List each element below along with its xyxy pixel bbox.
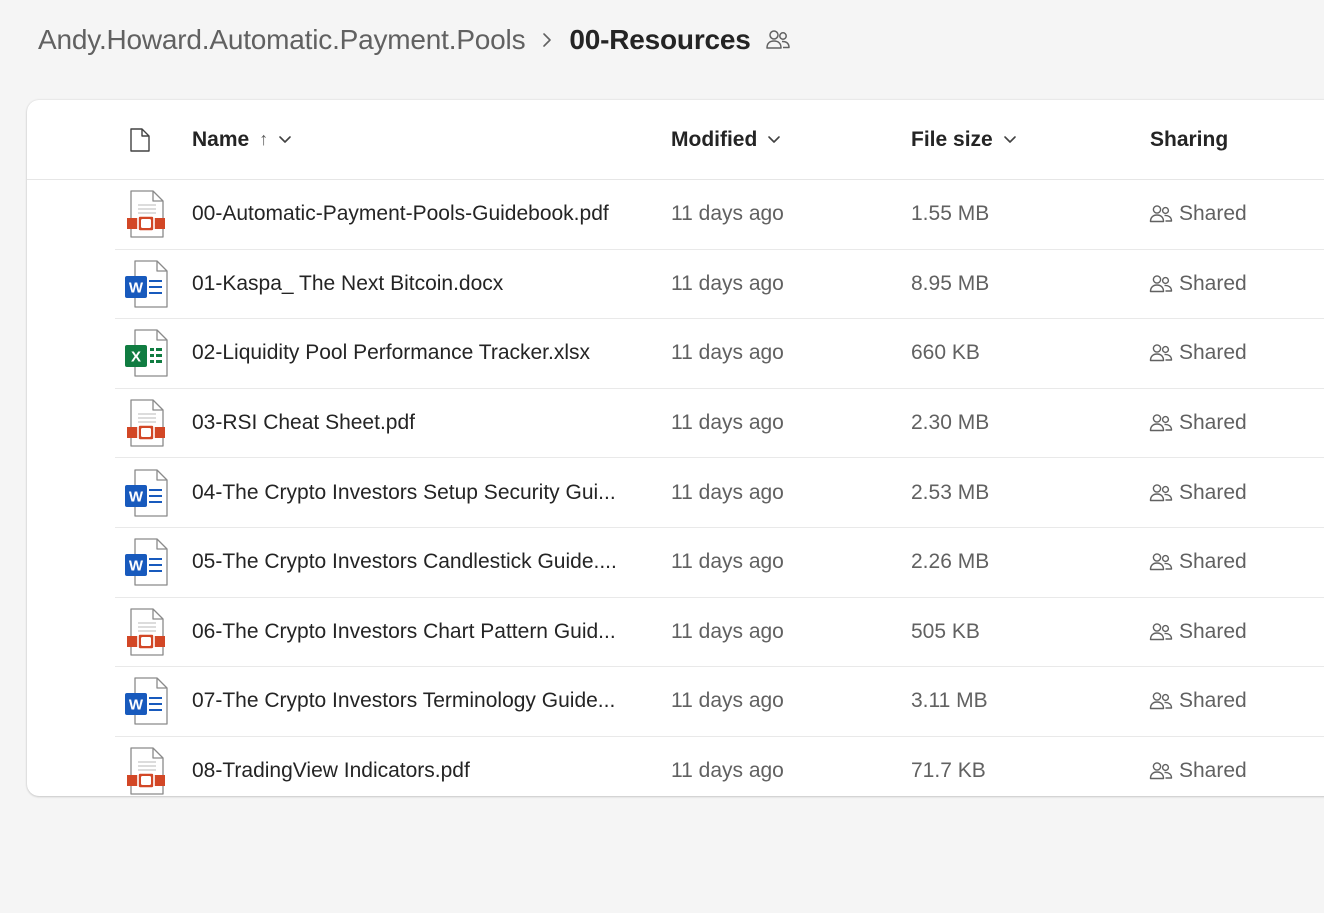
sharing-status[interactable]: Shared: [1149, 180, 1247, 249]
pdf-file-icon: [119, 737, 173, 806]
file-modified: 11 days ago: [671, 271, 784, 295]
sharing-label: Shared: [1179, 550, 1247, 574]
sharing-status[interactable]: Shared: [1149, 528, 1247, 597]
file-size: 3.11 MB: [911, 689, 988, 713]
file-row[interactable]: 00-Automatic-Payment-Pools-Guidebook.pdf…: [115, 180, 1324, 250]
sharing-column-label: Sharing: [1150, 127, 1229, 151]
sharing-label: Shared: [1179, 619, 1247, 643]
sharing-status[interactable]: Shared: [1149, 598, 1247, 667]
modified-column-label: Modified: [671, 127, 758, 151]
file-size-column-header[interactable]: File size: [911, 100, 1017, 179]
file-modified: 11 days ago: [671, 550, 784, 574]
modified-column-header[interactable]: Modified: [671, 100, 781, 179]
file-size: 1.55 MB: [911, 202, 990, 226]
sharing-label: Shared: [1179, 202, 1247, 226]
file-row[interactable]: W 05-The Crypto Investors Candlestick Gu…: [115, 528, 1324, 598]
file-name[interactable]: 01-Kaspa_ The Next Bitcoin.docx: [192, 250, 652, 319]
people-icon: [1149, 621, 1173, 643]
file-name[interactable]: 07-The Crypto Investors Terminology Guid…: [192, 667, 652, 736]
sharing-label: Shared: [1179, 689, 1247, 713]
file-row[interactable]: W 04-The Crypto Investors Setup Security…: [115, 458, 1324, 528]
file-size-column-label: File size: [911, 127, 993, 151]
people-icon: [1149, 760, 1173, 782]
svg-text:W: W: [129, 697, 144, 714]
file-row[interactable]: 06-The Crypto Investors Chart Pattern Gu…: [115, 598, 1324, 668]
sharing-status[interactable]: Shared: [1149, 458, 1247, 527]
people-icon: [1149, 342, 1173, 364]
file-size: 2.26 MB: [911, 550, 990, 574]
file-name[interactable]: 00-Automatic-Payment-Pools-Guidebook.pdf: [192, 180, 652, 249]
people-icon[interactable]: [765, 28, 791, 52]
sharing-label: Shared: [1179, 271, 1247, 295]
sharing-status[interactable]: Shared: [1149, 389, 1247, 458]
file-row[interactable]: 03-RSI Cheat Sheet.pdf 11 days ago 2.30 …: [115, 389, 1324, 459]
chevron-right-icon: [525, 31, 569, 49]
file-size: 505 KB: [911, 619, 980, 643]
file-size: 660 KB: [911, 341, 980, 365]
chevron-down-icon[interactable]: [767, 135, 781, 145]
sharing-label: Shared: [1179, 759, 1247, 783]
breadcrumb-current-folder[interactable]: 00-Resources: [569, 24, 750, 56]
file-size: 8.95 MB: [911, 271, 990, 295]
word-file-icon: W: [119, 458, 173, 527]
file-modified: 11 days ago: [671, 411, 784, 435]
file-type-column-header[interactable]: [129, 100, 151, 179]
sharing-status[interactable]: Shared: [1149, 737, 1247, 806]
file-name[interactable]: 06-The Crypto Investors Chart Pattern Gu…: [192, 598, 652, 667]
word-file-icon: W: [119, 528, 173, 597]
file-name[interactable]: 04-The Crypto Investors Setup Security G…: [192, 458, 652, 527]
word-file-icon: W: [119, 667, 173, 736]
file-name[interactable]: 02-Liquidity Pool Performance Tracker.xl…: [192, 319, 652, 388]
file-name[interactable]: 05-The Crypto Investors Candlestick Guid…: [192, 528, 652, 597]
file-name[interactable]: 03-RSI Cheat Sheet.pdf: [192, 389, 652, 458]
svg-text:W: W: [129, 558, 144, 575]
file-modified: 11 days ago: [671, 619, 784, 643]
sharing-status[interactable]: Shared: [1149, 319, 1247, 388]
pdf-file-icon: [119, 180, 173, 249]
sharing-status[interactable]: Shared: [1149, 250, 1247, 319]
file-modified: 11 days ago: [671, 689, 784, 713]
chevron-down-icon[interactable]: [278, 135, 292, 145]
excel-file-icon: X: [119, 319, 173, 388]
file-size: 71.7 KB: [911, 759, 986, 783]
file-modified: 11 days ago: [671, 759, 784, 783]
file-name[interactable]: 08-TradingView Indicators.pdf: [192, 737, 652, 806]
name-column-header[interactable]: Name ↑: [192, 100, 292, 179]
file-size: 2.53 MB: [911, 480, 990, 504]
file-modified: 11 days ago: [671, 480, 784, 504]
sharing-column-header[interactable]: Sharing: [1150, 100, 1228, 179]
sharing-label: Shared: [1179, 341, 1247, 365]
svg-text:W: W: [129, 488, 144, 505]
word-file-icon: W: [119, 250, 173, 319]
file-icon: [129, 127, 151, 153]
sort-ascending-icon: ↑: [259, 129, 269, 149]
file-row[interactable]: X 02-Liquidity Pool Performance Tracker.…: [115, 319, 1324, 389]
people-icon: [1149, 273, 1173, 295]
svg-text:X: X: [131, 349, 141, 366]
people-icon: [1149, 690, 1173, 712]
pdf-file-icon: [119, 598, 173, 667]
pdf-file-icon: [119, 389, 173, 458]
sharing-label: Shared: [1179, 411, 1247, 435]
sharing-status[interactable]: Shared: [1149, 667, 1247, 736]
sharing-label: Shared: [1179, 480, 1247, 504]
people-icon: [1149, 412, 1173, 434]
column-header-row: Name ↑ Modified File size Sharing: [27, 100, 1324, 180]
chevron-down-icon[interactable]: [1003, 135, 1017, 145]
file-row[interactable]: W 07-The Crypto Investors Terminology Gu…: [115, 667, 1324, 737]
file-modified: 11 days ago: [671, 202, 784, 226]
breadcrumb: Andy.Howard.Automatic.Payment.Pools 00-R…: [38, 18, 791, 62]
svg-text:W: W: [129, 279, 144, 296]
people-icon: [1149, 551, 1173, 573]
file-modified: 11 days ago: [671, 341, 784, 365]
people-icon: [1149, 203, 1173, 225]
name-column-label: Name: [192, 127, 250, 151]
breadcrumb-parent-folder[interactable]: Andy.Howard.Automatic.Payment.Pools: [38, 24, 526, 56]
people-icon: [1149, 482, 1173, 504]
file-list: Name ↑ Modified File size Sharing 00-Aut…: [27, 100, 1324, 796]
file-row[interactable]: 08-TradingView Indicators.pdf 11 days ag…: [115, 737, 1324, 806]
file-rows: 00-Automatic-Payment-Pools-Guidebook.pdf…: [115, 180, 1324, 805]
file-row[interactable]: W 01-Kaspa_ The Next Bitcoin.docx 11 day…: [115, 250, 1324, 320]
file-size: 2.30 MB: [911, 411, 990, 435]
